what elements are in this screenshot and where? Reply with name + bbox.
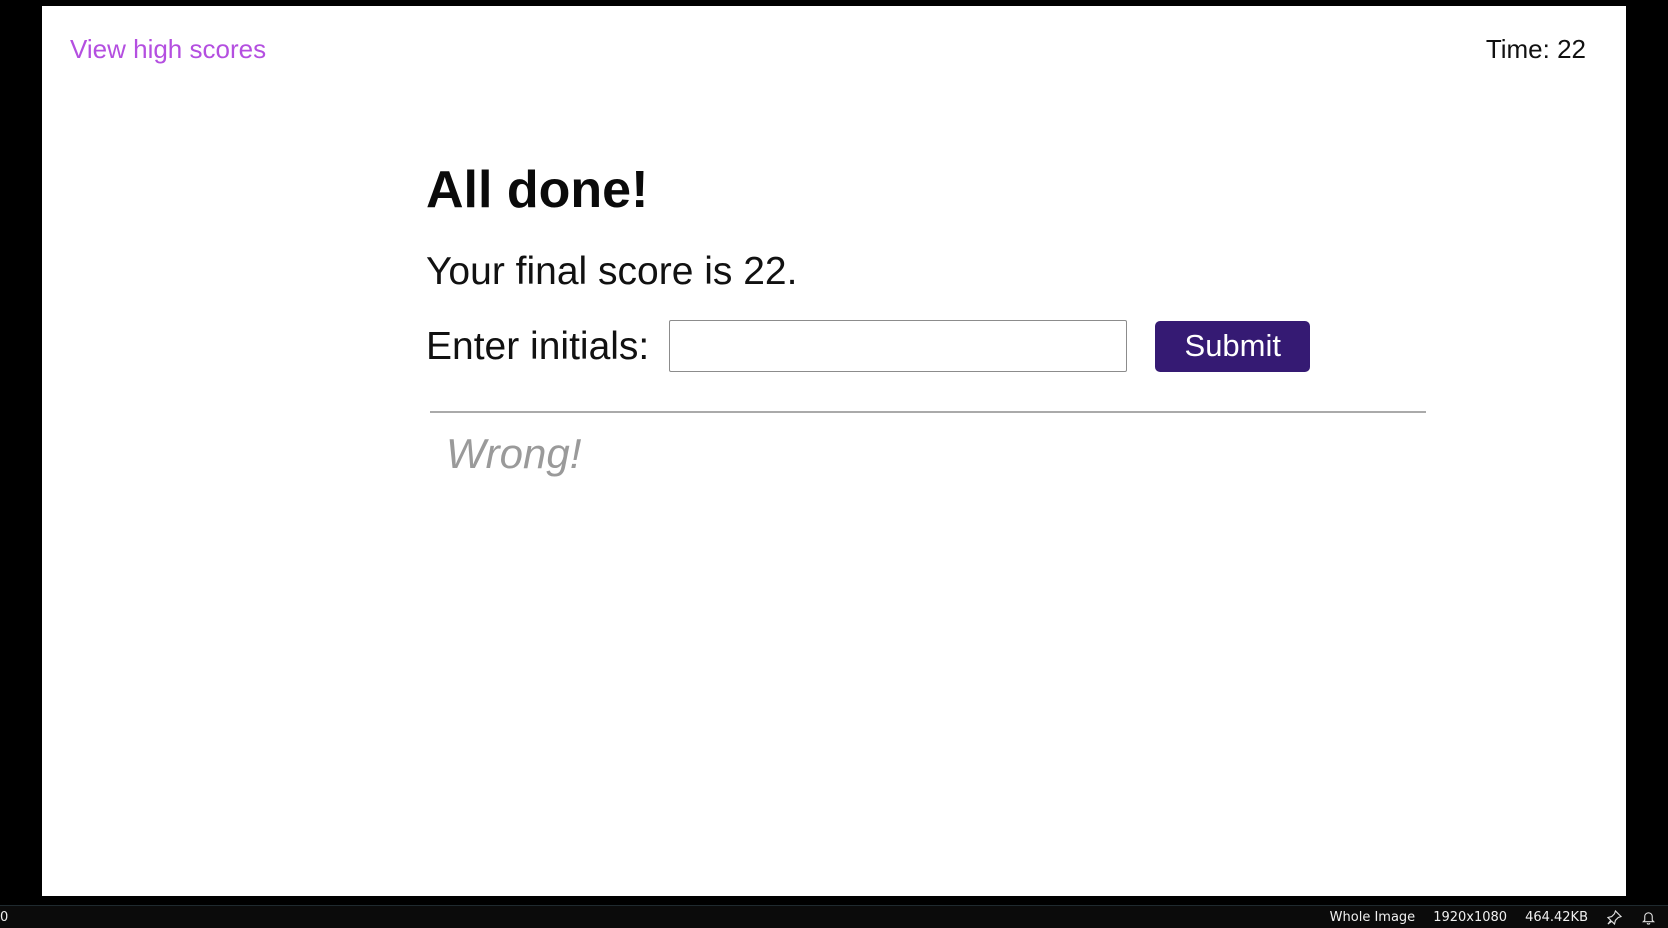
quiz-page: View high scores Time: 22 All done! Your… bbox=[42, 6, 1626, 896]
results-panel: All done! Your final score is 22. Enter … bbox=[426, 164, 1426, 479]
timer-display: Time: 22 bbox=[1485, 34, 1586, 64]
pin-icon[interactable] bbox=[1606, 909, 1622, 925]
submit-button[interactable]: Submit bbox=[1155, 320, 1311, 372]
initials-input[interactable] bbox=[669, 320, 1128, 372]
view-mode-label[interactable]: Whole Image bbox=[1330, 910, 1416, 925]
image-dimensions: 1920x1080 bbox=[1433, 909, 1508, 925]
bell-icon[interactable] bbox=[1640, 909, 1656, 925]
viewer-status-bar: 0 Whole Image 1920x1080 464.42KB bbox=[0, 905, 1668, 928]
answer-feedback: Wrong! bbox=[446, 430, 582, 477]
file-size: 464.42KB bbox=[1525, 909, 1588, 925]
view-high-scores-link[interactable]: View high scores bbox=[70, 34, 266, 65]
page-title: All done! bbox=[426, 161, 649, 219]
initials-label: Enter initials: bbox=[426, 324, 650, 368]
image-viewer: View high scores Time: 22 All done! Your… bbox=[0, 0, 1668, 928]
status-right-group: Whole Image 1920x1080 464.42KB bbox=[1312, 909, 1656, 925]
initials-form: Enter initials: Submit bbox=[426, 317, 1426, 375]
final-score-text: Your final score is 22. bbox=[426, 250, 798, 293]
status-left-text: 0 bbox=[0, 910, 9, 925]
divider bbox=[430, 411, 1426, 413]
